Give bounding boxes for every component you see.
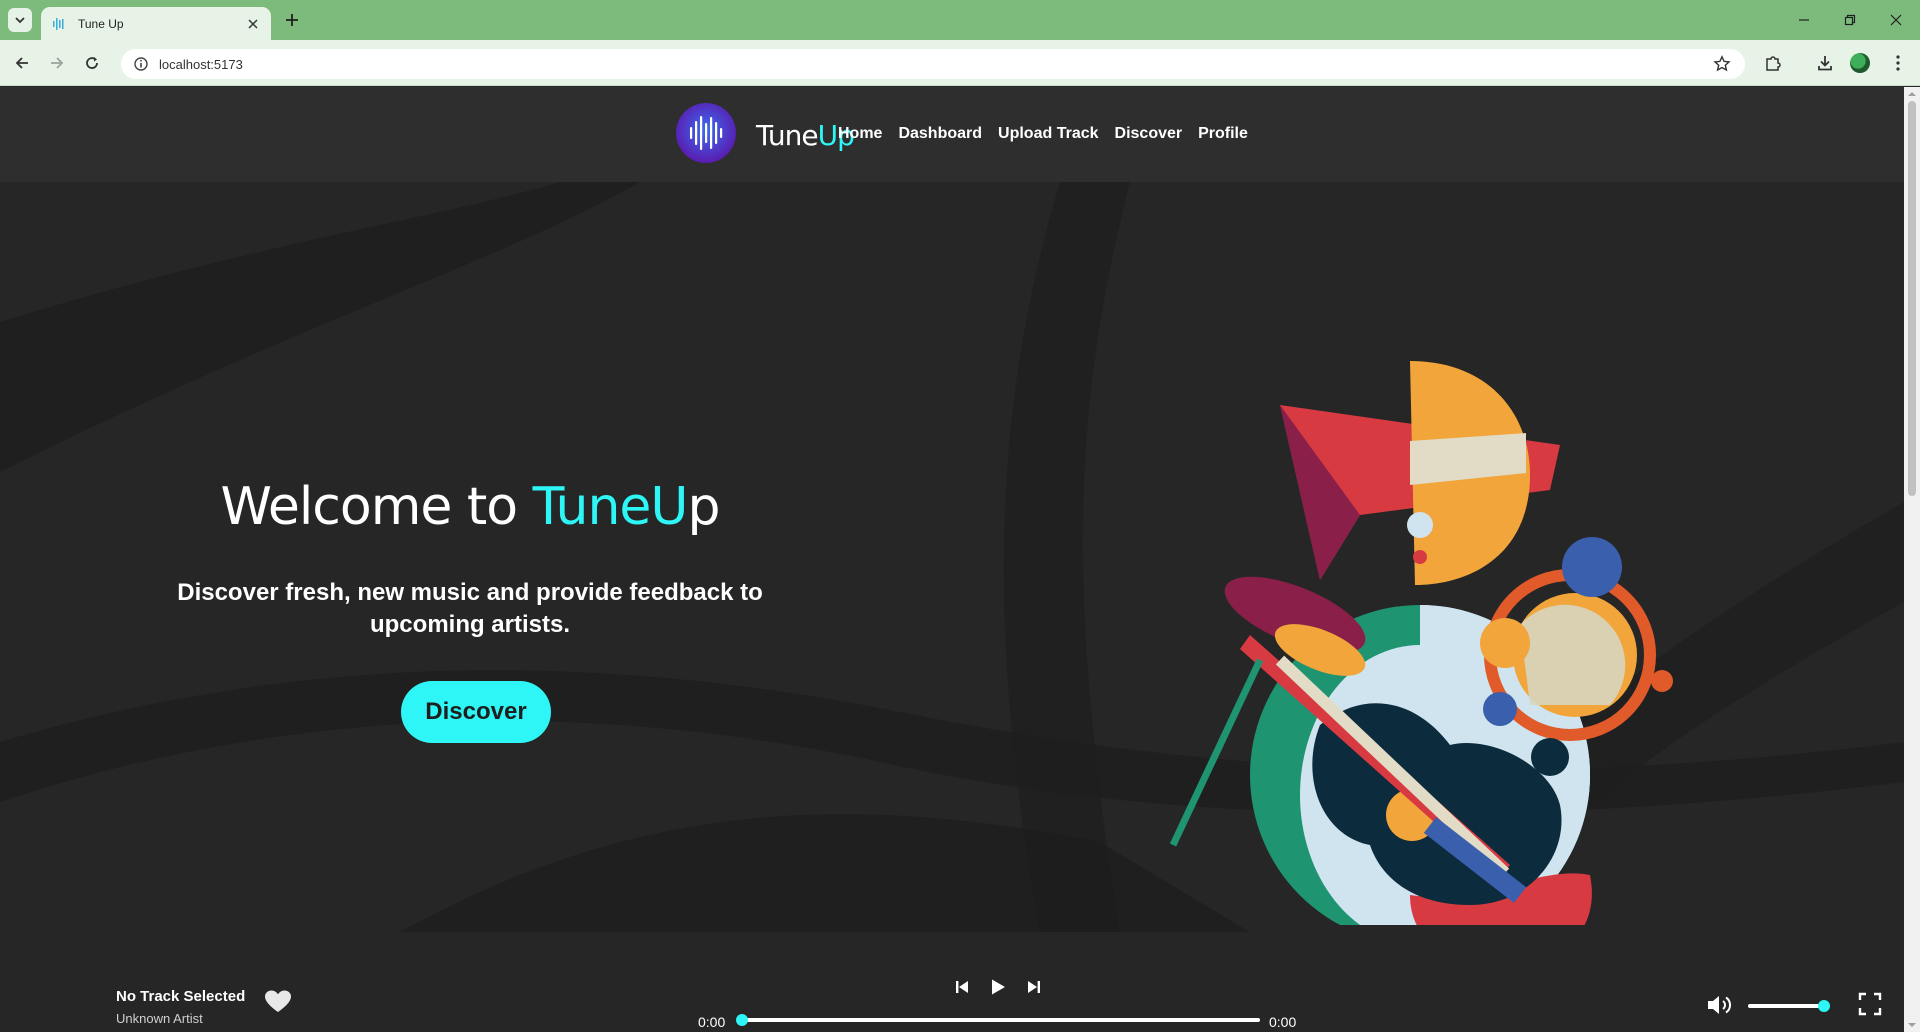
audio-player: No Track Selected Unknown Artist 0:00 0:… xyxy=(0,932,1904,1032)
minimize-icon[interactable] xyxy=(1792,8,1816,32)
heart-icon[interactable] xyxy=(265,990,291,1014)
tuneup-logo-icon[interactable] xyxy=(676,103,736,163)
puzzle-icon[interactable] xyxy=(1761,51,1785,75)
hero-title-brand-2: U xyxy=(650,477,688,537)
url-text: localhost:5173 xyxy=(159,56,243,72)
hero-subtitle: Discover fresh, new music and provide fe… xyxy=(177,579,763,638)
nav-discover[interactable]: Discover xyxy=(1115,125,1183,143)
download-icon[interactable] xyxy=(1813,51,1837,75)
browser-tab-bar: Tune Up xyxy=(0,0,1920,40)
arrow-left-icon[interactable] xyxy=(10,51,34,75)
hero-title-brand-3: p xyxy=(687,477,720,537)
skip-next-icon[interactable] xyxy=(1023,976,1045,998)
hero-title: Welcome to TuneUp xyxy=(170,477,770,537)
plus-icon[interactable] xyxy=(282,10,302,30)
avatar xyxy=(1850,53,1870,73)
scroll-down-icon[interactable] xyxy=(1908,1021,1916,1029)
nav-profile[interactable]: Profile xyxy=(1198,125,1248,143)
star-icon[interactable] xyxy=(1713,55,1731,73)
browser-toolbar: localhost:5173 xyxy=(0,40,1920,86)
chevron-down-icon[interactable] xyxy=(8,8,32,32)
brand-prefix: Tune xyxy=(756,119,819,152)
window-close-icon[interactable] xyxy=(1884,8,1908,32)
hero-title-brand-1: Tune xyxy=(532,477,652,537)
scroll-up-icon[interactable] xyxy=(1908,90,1916,98)
track-artist: Unknown Artist xyxy=(116,1011,203,1026)
scrollbar-thumb[interactable] xyxy=(1908,101,1916,496)
play-icon[interactable] xyxy=(987,976,1009,998)
current-time: 0:00 xyxy=(698,1014,726,1030)
track-title: No Track Selected xyxy=(116,988,246,1005)
discover-button[interactable]: Discover xyxy=(401,681,551,743)
tab-title: Tune Up xyxy=(78,16,124,31)
browser-tab[interactable]: Tune Up xyxy=(41,7,271,40)
music-instruments-illustration xyxy=(1170,361,1673,925)
duration-time: 0:00 xyxy=(1269,1014,1297,1030)
arrow-right-icon[interactable] xyxy=(45,51,69,75)
nav-home[interactable]: Home xyxy=(838,125,882,143)
volume-icon[interactable] xyxy=(1706,993,1734,1017)
nav-upload-track[interactable]: Upload Track xyxy=(998,125,1098,143)
hero-title-prefix: Welcome to xyxy=(220,477,533,537)
main-nav: Home Dashboard Upload Track Discover Pro… xyxy=(838,125,1248,143)
page-scrollbar[interactable] xyxy=(1904,87,1920,1032)
progress-slider[interactable] xyxy=(736,1014,1260,1026)
tuneup-favicon-icon xyxy=(53,17,64,30)
profile-avatar[interactable] xyxy=(1848,51,1872,75)
nav-dashboard[interactable]: Dashboard xyxy=(898,125,982,143)
site-header: TuneUp Home Dashboard Upload Track Disco… xyxy=(0,87,1904,182)
restore-icon[interactable] xyxy=(1838,8,1862,32)
skip-previous-icon[interactable] xyxy=(951,976,973,998)
reload-icon[interactable] xyxy=(80,51,104,75)
volume-slider[interactable] xyxy=(1748,1000,1830,1012)
fullscreen-icon[interactable] xyxy=(1858,992,1882,1016)
kebab-menu-icon[interactable] xyxy=(1886,51,1910,75)
page-content: TuneUp Home Dashboard Upload Track Disco… xyxy=(0,87,1904,1032)
progress-handle[interactable] xyxy=(736,1014,748,1026)
address-bar[interactable]: localhost:5173 xyxy=(121,49,1745,79)
volume-handle[interactable] xyxy=(1818,1000,1830,1012)
site-info-icon[interactable] xyxy=(133,56,149,72)
close-icon[interactable] xyxy=(245,16,261,32)
